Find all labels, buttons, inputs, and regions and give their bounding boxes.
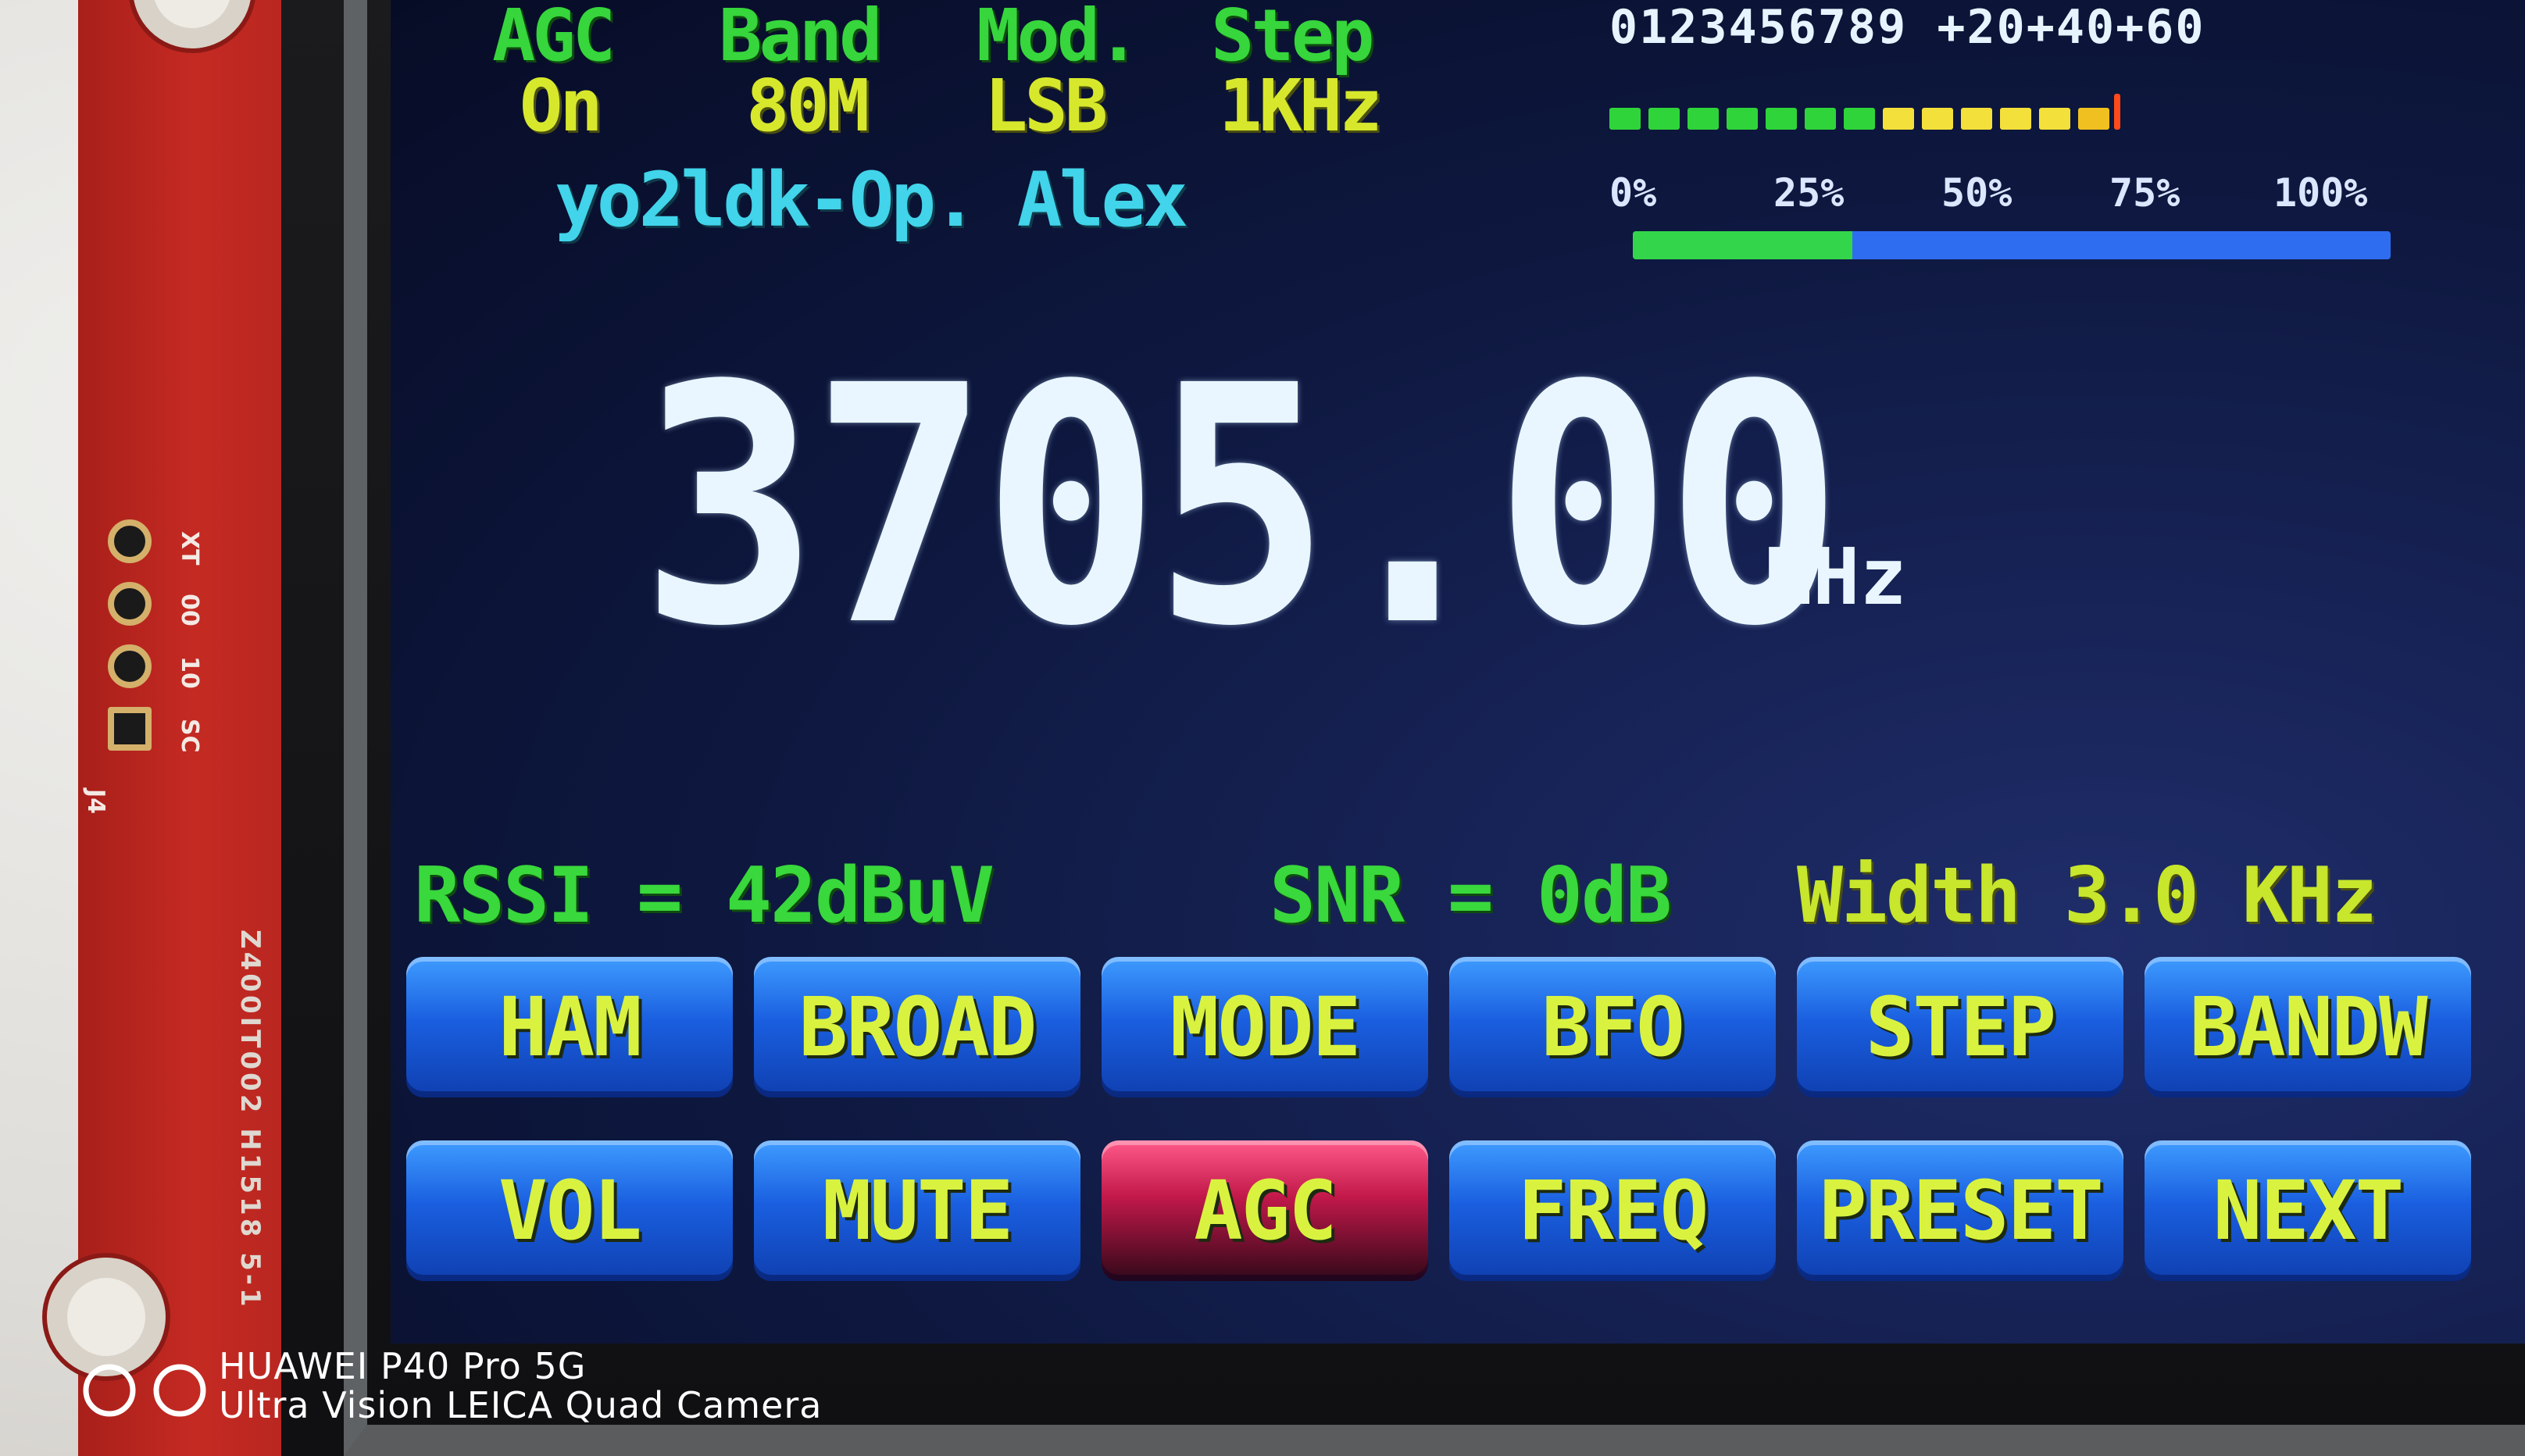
step-value: 1KHz bbox=[1219, 64, 1383, 148]
pin-label: XT bbox=[176, 531, 203, 566]
connector-label: J4 bbox=[82, 789, 109, 815]
smeter-segment bbox=[1688, 108, 1719, 130]
next-button-label: NEXT bbox=[2212, 1163, 2404, 1258]
smeter-segment bbox=[1727, 108, 1758, 130]
frequency-display[interactable]: 3705.00 bbox=[641, 344, 1843, 672]
step-button[interactable]: STEP bbox=[1797, 957, 2123, 1097]
smeter-segment bbox=[1609, 108, 1641, 130]
percent-label: 100% bbox=[2273, 170, 2368, 216]
band-value: 80M bbox=[746, 64, 870, 148]
percent-label: 50% bbox=[1941, 170, 2012, 216]
mounting-hole-top bbox=[133, 0, 252, 48]
preset-button-label: PRESET bbox=[1818, 1163, 2104, 1258]
frequency-unit: MHz bbox=[1766, 531, 1907, 623]
smeter-segment bbox=[1922, 108, 1953, 130]
mode-button[interactable]: MODE bbox=[1102, 957, 1428, 1097]
agc-button[interactable]: AGC bbox=[1102, 1140, 1428, 1281]
bandwidth-readout: Width 3.0 KHz bbox=[1797, 851, 2377, 940]
freq-button[interactable]: FREQ bbox=[1449, 1140, 1776, 1281]
broad-button-label: BROAD bbox=[798, 980, 1037, 1075]
percent-label: 75% bbox=[2109, 170, 2180, 216]
next-button[interactable]: NEXT bbox=[2145, 1140, 2471, 1281]
vol-button-label: VOL bbox=[498, 1163, 642, 1258]
header-pin bbox=[108, 644, 152, 688]
agc-button-label: AGC bbox=[1194, 1163, 1338, 1258]
smeter-segment bbox=[1766, 108, 1797, 130]
percent-label: 25% bbox=[1773, 170, 1845, 216]
lcd-screen: AGC Band Mod. Step On 80M LSB 1KHz yo2ld… bbox=[391, 0, 2525, 1344]
freq-button-label: FREQ bbox=[1517, 1163, 1709, 1258]
mode-button-label: MODE bbox=[1170, 980, 1361, 1075]
mod-value: LSB bbox=[984, 64, 1108, 148]
ham-button-label: HAM bbox=[498, 980, 642, 1075]
smeter-peak-marker bbox=[2114, 94, 2120, 130]
header-pin bbox=[108, 519, 152, 563]
watermark-line2: Ultra Vision LEICA Quad Camera bbox=[219, 1384, 823, 1426]
tuning-bar-fill bbox=[1633, 231, 1853, 259]
smeter-segment bbox=[1883, 108, 1914, 130]
header-pin bbox=[108, 582, 152, 626]
smeter-segment bbox=[1805, 108, 1836, 130]
snr-readout: SNR = 0dB bbox=[1270, 851, 1672, 940]
bandw-button[interactable]: BANDW bbox=[2145, 957, 2471, 1097]
preset-button[interactable]: PRESET bbox=[1797, 1140, 2123, 1281]
smeter-segment bbox=[2000, 108, 2031, 130]
flex-cable-label: Z400IT002 H1518 5-1 bbox=[234, 930, 266, 1310]
agc-value: On bbox=[520, 64, 603, 148]
watermark-line1: HUAWEI P40 Pro 5G bbox=[219, 1345, 587, 1387]
pin-label: 00 bbox=[176, 594, 203, 626]
pin-label: 10 bbox=[176, 656, 203, 689]
smeter-segment bbox=[1961, 108, 1992, 130]
header-pin bbox=[108, 707, 152, 751]
vol-button[interactable]: VOL bbox=[406, 1140, 733, 1281]
smeter-segment bbox=[2078, 108, 2109, 130]
ham-button[interactable]: HAM bbox=[406, 957, 733, 1097]
mute-button[interactable]: MUTE bbox=[754, 1140, 1080, 1281]
smeter-scale: 0123456789 +20+40+60 bbox=[1609, 0, 2205, 55]
bfo-button-label: BFO bbox=[1541, 980, 1685, 1075]
operator-callsign: yo2ldk-Op. Alex bbox=[555, 156, 1188, 244]
smeter-segment bbox=[2039, 108, 2070, 130]
percent-label: 0% bbox=[1609, 170, 1657, 216]
pin-label: SC bbox=[176, 719, 203, 753]
rssi-readout: RSSI = 42dBuV bbox=[414, 851, 995, 940]
tuning-bar bbox=[1633, 231, 2391, 259]
bfo-button[interactable]: BFO bbox=[1449, 957, 1776, 1097]
step-button-label: STEP bbox=[1865, 980, 2056, 1075]
mute-button-label: MUTE bbox=[822, 1163, 1013, 1258]
smeter-segment bbox=[1844, 108, 1875, 130]
camera-watermark-logo bbox=[83, 1364, 206, 1417]
smeter-segment bbox=[1648, 108, 1680, 130]
bandw-button-label: BANDW bbox=[2189, 980, 2427, 1075]
broad-button[interactable]: BROAD bbox=[754, 957, 1080, 1097]
